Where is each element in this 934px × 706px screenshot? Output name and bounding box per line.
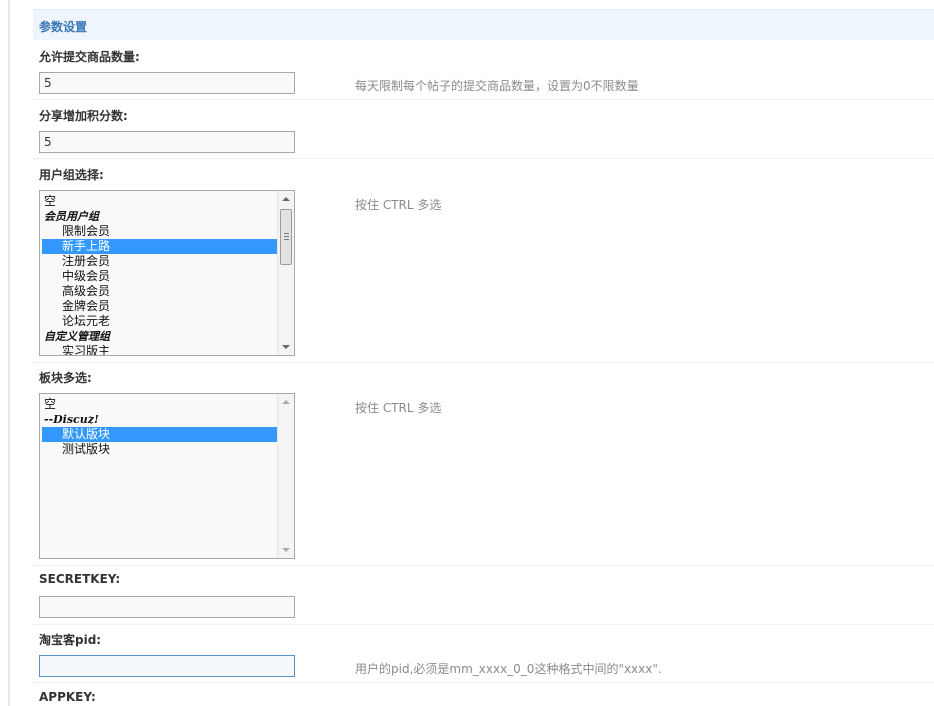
option[interactable]: 限制会员 (42, 224, 277, 239)
share-points-input[interactable]: 5 (39, 131, 295, 153)
option-group: --Discuz! (44, 413, 99, 426)
option[interactable]: 空 (42, 194, 277, 209)
share-points-label: 分享增加积分数: (39, 109, 128, 123)
forums-label: 板块多选: (39, 371, 92, 385)
option-group: 自定义管理组 (44, 330, 110, 343)
option[interactable]: 注册会员 (42, 254, 277, 269)
pid-label: 淘宝客pid: (39, 633, 102, 647)
divider (33, 624, 934, 625)
divider (33, 362, 934, 363)
option[interactable]: 测试版块 (42, 442, 277, 457)
option-group: 会员用户组 (44, 210, 99, 223)
divider (33, 565, 934, 566)
scroll-down-arrow-icon[interactable] (282, 548, 290, 552)
max-goods-label: 允许提交商品数量: (39, 50, 140, 64)
scrollbar-thumb[interactable] (280, 209, 292, 265)
user-groups-label: 用户组选择: (39, 168, 104, 182)
secretkey-label: SECRETKEY: (39, 572, 121, 586)
user-groups-select[interactable]: 空 会员用户组 限制会员 新手上路 注册会员 中级会员 高级会员 金牌会员 论坛… (39, 190, 295, 356)
user-groups-options: 空 会员用户组 限制会员 新手上路 注册会员 中级会员 高级会员 金牌会员 论坛… (42, 194, 277, 355)
section-title: 参数设置 (39, 20, 88, 34)
left-border (8, 0, 10, 706)
scroll-up-arrow-icon[interactable] (282, 400, 290, 404)
appkey-label: APPKEY: (39, 690, 96, 704)
option[interactable]: 中级会员 (42, 269, 277, 284)
option[interactable]: 空 (42, 397, 277, 412)
max-goods-input[interactable]: 5 (39, 72, 295, 94)
divider (33, 682, 934, 683)
secretkey-input[interactable] (39, 596, 295, 618)
forums-hint: 按住 CTRL 多选 (355, 401, 442, 415)
scroll-up-arrow-icon[interactable] (282, 197, 290, 201)
scrollbar[interactable] (277, 394, 294, 558)
forums-options: 空 --Discuz! 默认版块 测试版块 (42, 397, 277, 457)
option[interactable]: 高级会员 (42, 284, 277, 299)
user-groups-hint: 按住 CTRL 多选 (355, 198, 442, 212)
forums-select[interactable]: 空 --Discuz! 默认版块 测试版块 (39, 393, 295, 559)
scroll-down-arrow-icon[interactable] (282, 345, 290, 349)
option[interactable]: 论坛元老 (42, 314, 277, 329)
divider (33, 99, 934, 100)
max-goods-hint: 每天限制每个帖子的提交商品数量，设置为0不限数量 (355, 79, 639, 93)
option-selected[interactable]: 新手上路 (42, 239, 277, 254)
pid-hint: 用户的pid,必须是mm_xxxx_0_0这种格式中间的"xxxx". (355, 662, 662, 676)
option[interactable]: 实习版主 (42, 344, 277, 355)
option[interactable]: 金牌会员 (42, 299, 277, 314)
pid-input[interactable] (39, 655, 295, 677)
divider (33, 158, 934, 159)
option-selected[interactable]: 默认版块 (42, 427, 277, 442)
scrollbar[interactable] (277, 191, 294, 355)
section-header: 参数设置 (33, 9, 934, 40)
